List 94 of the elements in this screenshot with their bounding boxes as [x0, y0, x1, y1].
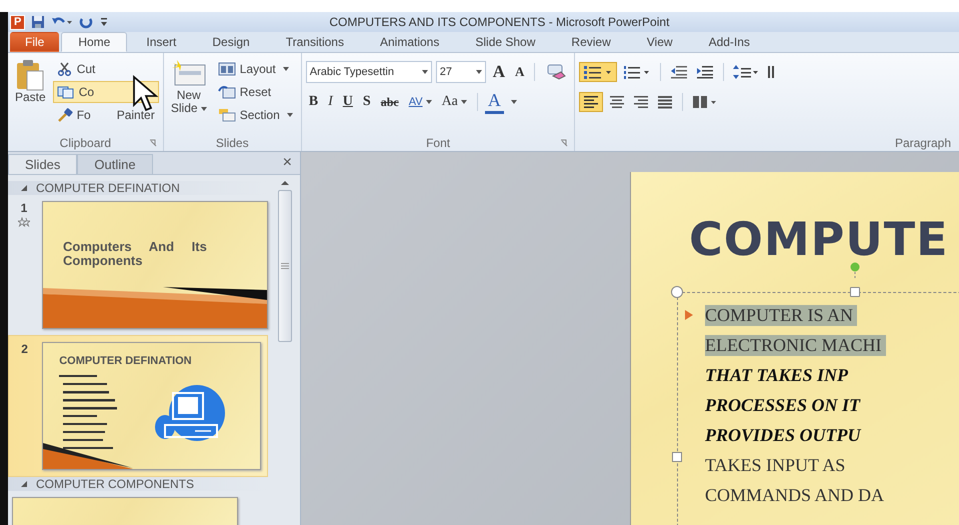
- file-tab[interactable]: File: [10, 32, 60, 52]
- numbering-icon[interactable]: [623, 65, 652, 79]
- section-title: COMPUTER DEFINATION: [36, 181, 180, 195]
- resize-handle[interactable]: [671, 286, 683, 298]
- close-icon[interactable]: ×: [274, 154, 300, 174]
- resize-handle[interactable]: [850, 287, 860, 297]
- slide-text-line: COMMANDS AND DA: [705, 484, 886, 506]
- group-label: Paragraph: [894, 136, 951, 150]
- caret-icon[interactable]: [422, 70, 428, 74]
- scroll-up-icon[interactable]: [280, 179, 290, 187]
- slide-number: 2: [21, 342, 28, 356]
- thumbnail-title: Computers And Its Components: [63, 240, 208, 268]
- app-icon[interactable]: P: [10, 14, 26, 30]
- increase-indent-icon[interactable]: [696, 65, 714, 79]
- group-label: Font: [426, 136, 450, 150]
- ribbon-tab[interactable]: Add-Ins: [692, 32, 767, 52]
- caret-icon: [460, 100, 467, 104]
- group-label: Slides: [216, 136, 249, 150]
- pane-tab[interactable]: Outline: [77, 154, 153, 174]
- dialog-launcher-icon[interactable]: [148, 139, 157, 147]
- collapse-triangle-icon[interactable]: [20, 480, 28, 488]
- ribbon-tab[interactable]: Review: [554, 32, 628, 52]
- ribbon-tab[interactable]: Animations: [362, 32, 456, 52]
- format-painter-button[interactable]: Fo Painter: [52, 104, 159, 126]
- dialog-launcher-icon[interactable]: [560, 139, 568, 147]
- slide-thumbnail[interactable]: COMPUTER DEFINATION: [42, 342, 261, 470]
- ribbon-tab[interactable]: Transitions: [268, 32, 361, 52]
- caret-icon[interactable]: [510, 100, 517, 104]
- scissors-icon: [56, 62, 73, 76]
- slide-thumbnail[interactable]: Computers And Its Components: [42, 201, 268, 329]
- new-slide-button[interactable]: New Slide: [168, 56, 210, 135]
- shrink-font-button[interactable]: A: [512, 64, 528, 80]
- slide-text-line: PROCESSES ON IT: [705, 394, 862, 416]
- italic-button[interactable]: I: [325, 94, 336, 110]
- slide-text-line: THAT TAKES INP: [705, 364, 850, 386]
- selected-slide-highlight[interactable]: 2 COMPUTER DEFINATION: [8, 335, 268, 477]
- ribbon-tab[interactable]: Home: [61, 32, 128, 52]
- slide-thumbnail[interactable]: [12, 497, 238, 525]
- slide-text-line: PROVIDES OUTPU: [705, 424, 862, 446]
- align-left-button[interactable]: [579, 92, 604, 112]
- collapse-triangle-icon[interactable]: [20, 184, 28, 192]
- copy-icon: [56, 85, 75, 99]
- change-case-button[interactable]: Aa: [438, 94, 470, 110]
- align-right-icon[interactable]: [633, 95, 650, 109]
- ribbon-tab[interactable]: Insert: [129, 32, 194, 52]
- section-title: COMPUTER COMPONENTS: [36, 477, 194, 491]
- group-label: Clipboard: [60, 136, 112, 150]
- caret-icon[interactable]: [476, 70, 482, 74]
- bullets-icon: [583, 65, 614, 79]
- pane-tab[interactable]: Slides: [8, 154, 78, 174]
- ribbon-tab[interactable]: Design: [195, 32, 267, 52]
- grow-font-button[interactable]: A: [490, 62, 508, 82]
- rotation-handle-icon[interactable]: [850, 262, 860, 280]
- underline-button[interactable]: U: [340, 94, 356, 110]
- caret-icon: [426, 100, 432, 104]
- brush-icon: [56, 108, 73, 122]
- ribbon-tab[interactable]: View: [630, 32, 690, 52]
- line-spacing-icon[interactable]: [733, 65, 760, 79]
- reset-button[interactable]: Reset: [214, 81, 297, 103]
- cut-button[interactable]: Cut: [52, 58, 159, 80]
- ribbon-tab[interactable]: Slide Show: [458, 32, 552, 52]
- paste-button[interactable]: Paste: [12, 56, 49, 135]
- save-icon[interactable]: [31, 15, 46, 29]
- slide-title: COMPUTE: [689, 212, 950, 266]
- align-left-icon: [583, 95, 600, 109]
- slide-number: 1: [20, 201, 28, 215]
- font-size-field[interactable]: 27: [436, 61, 486, 83]
- slide-canvas[interactable]: COMPUTE COMPUTER IS AN ELECTRONIC MACHI THAT TAKES INP PROCESSES ON IT PROVIDES OUTPU TAKES INPUT AS COMMANDS AND DA: [630, 172, 959, 525]
- columns-icon[interactable]: [692, 95, 718, 109]
- decrease-indent-icon[interactable]: [670, 65, 688, 79]
- caret-icon: [286, 113, 293, 117]
- resize-handle[interactable]: [672, 452, 682, 462]
- font-name-field[interactable]: Arabic Typesettin: [306, 61, 432, 83]
- caret-icon: [282, 67, 289, 71]
- shadow-button[interactable]: S: [360, 94, 374, 110]
- caret-icon: [200, 106, 207, 110]
- strikethrough-button[interactable]: abc: [378, 94, 402, 110]
- character-spacing-button[interactable]: AV: [406, 96, 435, 108]
- bullets-button[interactable]: [579, 62, 618, 82]
- thumbnail-title: COMPUTER DEFINATION: [59, 355, 192, 367]
- reset-icon: [218, 85, 236, 99]
- font-color-button[interactable]: A: [484, 90, 504, 114]
- justify-icon[interactable]: [657, 95, 674, 109]
- layout-button[interactable]: Layout: [214, 58, 297, 80]
- scroll-thumb[interactable]: [278, 190, 292, 342]
- bold-button[interactable]: B: [306, 94, 322, 110]
- layout-icon: [218, 62, 236, 76]
- section-button[interactable]: Section: [214, 104, 297, 126]
- grip-icon: [281, 263, 289, 269]
- window-title: COMPUTERS AND ITS COMPONENTS - Microsoft PowerPoint: [329, 15, 670, 29]
- clipboard-icon: [15, 59, 46, 91]
- section-icon: [218, 108, 236, 122]
- slide-text-line: TAKES INPUT AS: [705, 454, 846, 476]
- align-center-icon[interactable]: [609, 95, 626, 109]
